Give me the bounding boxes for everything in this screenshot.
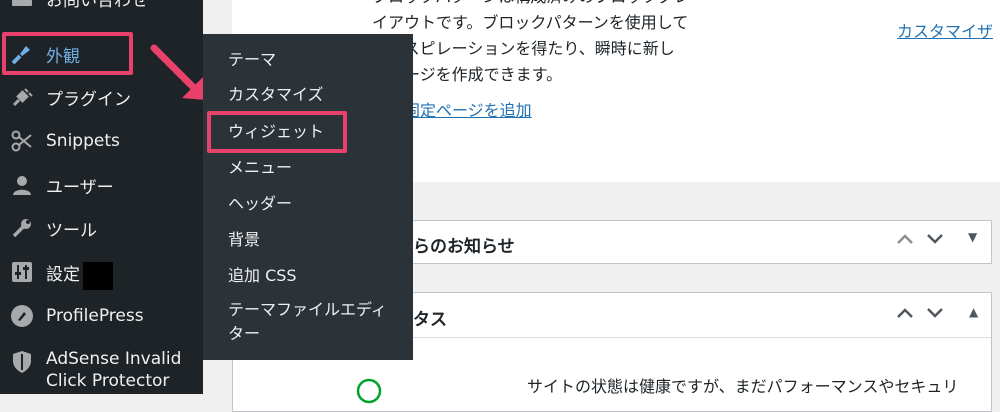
sidebar-item-profilepress[interactable]: ProfilePress: [0, 296, 203, 336]
move-down-icon[interactable]: [925, 303, 945, 328]
toggle-panel-icon[interactable]: ▲: [969, 305, 978, 319]
scissors-icon: [10, 129, 34, 153]
highlight-widgets: [207, 111, 347, 153]
move-down-icon[interactable]: [925, 229, 945, 254]
sidebar-item-tools[interactable]: ツール: [0, 208, 203, 248]
welcome-line-1: ブロックパターンは構成済みのブロックグレ: [372, 0, 757, 10]
sidebar-item-label: 設定: [46, 264, 80, 285]
label-line-1: テーマファイルエディ: [228, 300, 387, 319]
move-up-icon[interactable]: [895, 303, 915, 328]
sidebar-item-label: お問い合わせ: [46, 0, 148, 11]
welcome-line-4: いページを作成できます。: [372, 65, 563, 84]
label-line-1: AdSense Invalid: [46, 349, 182, 369]
submenu-item-additional-css[interactable]: 追加 CSS: [228, 264, 297, 288]
submenu-item-menus[interactable]: メニュー: [228, 156, 292, 180]
sidebar-item-label: Snippets: [46, 131, 120, 151]
welcome-line-3: インスピレーションを得たり、瞬時に新し: [372, 39, 675, 58]
wrench-icon: [10, 216, 34, 240]
site-health-title: タス: [413, 310, 447, 330]
move-up-icon[interactable]: [895, 229, 915, 254]
news-widget-title: らのお知らせ: [413, 237, 515, 257]
submenu-item-background[interactable]: 背景: [228, 228, 260, 252]
highlight-appearance: [2, 32, 133, 75]
health-status-circle-icon: [355, 377, 383, 409]
welcome-text: ブロックパターンは構成済みのブロックグレ イアウトです。ブロックパターンを使用し…: [372, 0, 757, 124]
appearance-submenu: テーマ カスタマイズ ウィジェット メニュー ヘッダー 背景 追加 CSS テー…: [203, 34, 413, 360]
welcome-line-2: イアウトです。ブロックパターンを使用して: [372, 13, 689, 32]
sidebar-item-contact[interactable]: お問い合わせ: [0, 0, 203, 18]
user-icon: [10, 173, 34, 197]
sidebar-item-label: AdSense Invalid Click Protector: [46, 348, 181, 392]
label-line-2: Click Protector: [46, 371, 170, 391]
sidebar-item-adsense-protector[interactable]: AdSense Invalid Click Protector: [0, 348, 203, 396]
customizer-link[interactable]: カスタマイザ: [897, 18, 993, 42]
submenu-item-themes[interactable]: テーマ: [228, 48, 276, 72]
redaction-block: [83, 262, 113, 290]
toggle-panel-icon[interactable]: ▼: [968, 230, 977, 244]
profilepress-icon: [10, 304, 34, 328]
plugin-icon: [10, 85, 34, 109]
sidebar-item-settings[interactable]: 設定: [0, 252, 203, 292]
sidebar-item-users[interactable]: ユーザー: [0, 165, 203, 205]
sidebar-item-snippets[interactable]: Snippets: [0, 121, 203, 161]
sidebar-item-label: プラグイン: [46, 89, 131, 110]
sidebar-item-label: ProfilePress: [46, 306, 144, 326]
submenu-item-theme-file-editor[interactable]: テーマファイルエディ ター: [228, 298, 387, 346]
submenu-item-header[interactable]: ヘッダー: [228, 192, 292, 216]
shield-icon: [10, 350, 34, 374]
mail-icon: [10, 0, 34, 10]
submenu-item-customize[interactable]: カスタマイズ: [228, 83, 324, 107]
sidebar-item-label: ツール: [46, 220, 97, 241]
label-line-2: ター: [228, 324, 261, 343]
site-health-text: サイトの状態は健康ですが、まだパフォーマンスやセキュリ: [527, 377, 959, 396]
settings-sliders-icon: [10, 260, 34, 284]
sidebar-item-label: ユーザー: [46, 177, 114, 198]
